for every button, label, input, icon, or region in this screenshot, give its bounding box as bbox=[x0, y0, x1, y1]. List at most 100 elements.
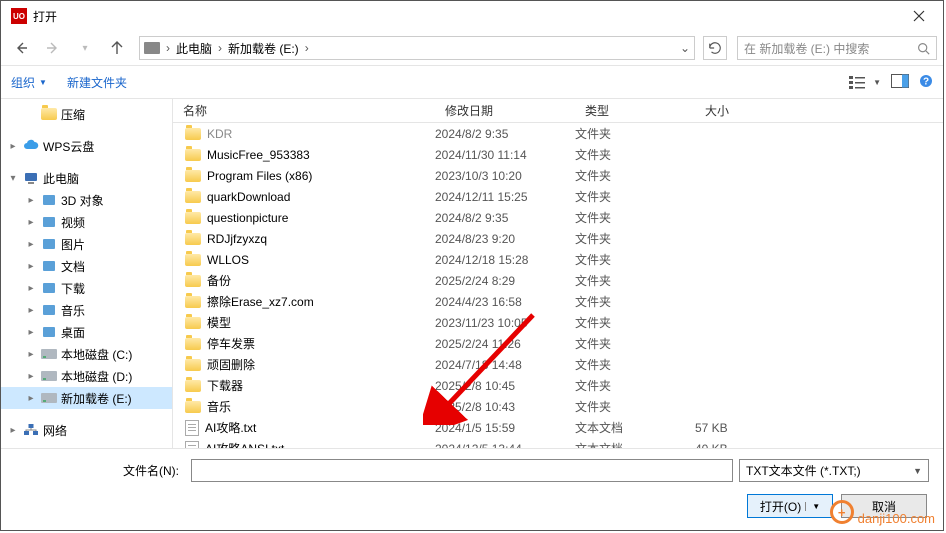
file-row[interactable]: RDJjfzyxzq2024/8/23 9:20文件夹 bbox=[173, 228, 943, 249]
file-name: 模型 bbox=[207, 314, 231, 331]
tree-item[interactable]: ▸3D 对象 bbox=[1, 189, 172, 211]
chevron-down-icon: ▼ bbox=[39, 78, 47, 87]
tree-item[interactable]: ▾此电脑 bbox=[1, 167, 172, 189]
up-button[interactable] bbox=[103, 34, 131, 62]
close-icon bbox=[913, 10, 925, 22]
file-name: 音乐 bbox=[207, 398, 231, 415]
expand-icon[interactable]: ▸ bbox=[25, 239, 37, 250]
expand-icon[interactable]: ▸ bbox=[25, 217, 37, 228]
file-row[interactable]: 备份2025/2/24 8:29文件夹 bbox=[173, 270, 943, 291]
file-type: 文本文档 bbox=[575, 440, 695, 448]
gen-icon bbox=[41, 192, 57, 208]
close-button[interactable] bbox=[899, 2, 939, 30]
open-button[interactable]: 打开(O) ▼ bbox=[747, 494, 833, 518]
file-type: 文件夹 bbox=[575, 272, 695, 289]
watermark: + danji100.com bbox=[830, 500, 935, 524]
expand-icon[interactable]: ▸ bbox=[25, 195, 37, 206]
preview-pane-button[interactable] bbox=[891, 74, 909, 91]
list-view-icon bbox=[849, 75, 871, 89]
new-folder-button[interactable]: 新建文件夹 bbox=[67, 74, 127, 91]
tree-item[interactable]: ▸WPS云盘 bbox=[1, 135, 172, 157]
file-row[interactable]: quarkDownload2024/12/11 15:25文件夹 bbox=[173, 186, 943, 207]
search-input[interactable]: 在 新加载卷 (E:) 中搜索 bbox=[737, 36, 937, 60]
file-type-filter[interactable]: TXT文本文件 (*.TXT;) ▼ bbox=[739, 459, 929, 482]
back-button[interactable] bbox=[7, 34, 35, 62]
breadcrumb[interactable]: 新加载卷 (E:) bbox=[228, 40, 299, 57]
column-header-size[interactable]: 大小 bbox=[695, 102, 815, 119]
folder-icon bbox=[185, 359, 201, 371]
tree-item[interactable]: ▸视频 bbox=[1, 211, 172, 233]
file-type: 文件夹 bbox=[575, 377, 695, 394]
file-date: 2025/2/24 8:29 bbox=[435, 274, 575, 288]
forward-button[interactable] bbox=[39, 34, 67, 62]
file-row[interactable]: 停车发票2025/2/24 11:26文件夹 bbox=[173, 333, 943, 354]
tree-item[interactable]: ▸ 音乐 bbox=[1, 299, 172, 321]
file-row[interactable]: 顽固删除2024/7/18 14:48文件夹 bbox=[173, 354, 943, 375]
dialog-footer: 文件名(N): TXT文本文件 (*.TXT;) ▼ 打开(O) ▼ 取消 bbox=[1, 448, 943, 530]
file-row[interactable]: 模型 2023/11/23 10:05文件夹 bbox=[173, 312, 943, 333]
chevron-right-icon bbox=[218, 41, 222, 55]
expand-icon[interactable]: ▸ bbox=[25, 283, 37, 294]
file-type: 文件夹 bbox=[575, 314, 695, 331]
file-type: 文件夹 bbox=[575, 356, 695, 373]
expand-icon[interactable]: ▸ bbox=[25, 371, 37, 382]
file-row[interactable]: questionpicture2024/8/2 9:35文件夹 bbox=[173, 207, 943, 228]
expand-icon[interactable]: ▸ bbox=[7, 141, 19, 152]
file-row[interactable]: MusicFree_9533832024/11/30 11:14文件夹 bbox=[173, 144, 943, 165]
file-row[interactable]: 下载器2025/2/8 10:45文件夹 bbox=[173, 375, 943, 396]
file-name: WLLOS bbox=[207, 253, 249, 267]
address-bar[interactable]: 此电脑 新加载卷 (E:) ⌄ bbox=[139, 36, 695, 60]
tree-item[interactable]: ▸本地磁盘 (D:) bbox=[1, 365, 172, 387]
chevron-down-icon: ▼ bbox=[805, 502, 820, 511]
file-name: quarkDownload bbox=[207, 190, 290, 204]
column-header-date[interactable]: 修改日期 bbox=[435, 102, 575, 119]
tree-item[interactable]: ▸下载 bbox=[1, 277, 172, 299]
tree-item[interactable]: ▸文档 bbox=[1, 255, 172, 277]
column-header-name[interactable]: 名称 bbox=[173, 102, 435, 119]
help-button[interactable]: ? bbox=[919, 74, 933, 91]
window-title: 打开 bbox=[33, 8, 57, 25]
expand-icon[interactable]: ▸ bbox=[25, 393, 37, 404]
file-row[interactable]: 音乐2025/2/8 10:43文件夹 bbox=[173, 396, 943, 417]
expand-icon[interactable]: ▸ bbox=[25, 349, 37, 360]
address-dropdown[interactable]: ⌄ bbox=[680, 41, 690, 55]
breadcrumb[interactable]: 此电脑 bbox=[176, 40, 212, 57]
file-name: AI攻略ANSI.txt bbox=[205, 440, 284, 448]
file-row[interactable]: WLLOS2024/12/18 15:28文件夹 bbox=[173, 249, 943, 270]
file-row[interactable]: Program Files (x86)2023/10/3 10:20文件夹 bbox=[173, 165, 943, 186]
refresh-button[interactable] bbox=[703, 36, 727, 60]
file-row[interactable]: KDR2024/8/2 9:35文件夹 bbox=[173, 123, 943, 144]
expand-icon[interactable]: ▸ bbox=[25, 305, 37, 316]
file-pane: 名称 修改日期 类型 大小 KDR2024/8/2 9:35文件夹MusicFr… bbox=[173, 99, 943, 448]
search-icon bbox=[917, 42, 930, 55]
file-list[interactable]: KDR2024/8/2 9:35文件夹MusicFree_9533832024/… bbox=[173, 123, 943, 448]
file-name: RDJjfzyxzq bbox=[207, 232, 267, 246]
file-date: 2023/11/23 10:05 bbox=[435, 316, 575, 330]
file-row[interactable]: AI攻略ANSI.txt2024/12/5 13:44文本文档40 KB bbox=[173, 438, 943, 448]
drive-icon bbox=[41, 371, 57, 381]
chevron-down-icon: ▼ bbox=[913, 466, 922, 476]
file-row[interactable]: AI攻略.txt2024/1/5 15:59文本文档57 KB bbox=[173, 417, 943, 438]
tree-item[interactable]: 压缩 bbox=[1, 103, 172, 125]
filename-input[interactable] bbox=[191, 459, 733, 482]
tree-item[interactable]: ▸新加载卷 (E:) bbox=[1, 387, 172, 409]
organize-menu[interactable]: 组织▼ bbox=[11, 74, 47, 91]
expand-icon[interactable]: ▸ bbox=[25, 327, 37, 338]
tree-item[interactable]: ▸网络 bbox=[1, 419, 172, 441]
nav-row: ▾ 此电脑 新加载卷 (E:) ⌄ 在 新加载卷 (E:) 中搜索 bbox=[1, 31, 943, 65]
folder-icon bbox=[185, 128, 201, 140]
tree-item[interactable]: ▸桌面 bbox=[1, 321, 172, 343]
expand-icon[interactable]: ▸ bbox=[7, 425, 19, 436]
tree-item[interactable]: ▸图片 bbox=[1, 233, 172, 255]
column-header-type[interactable]: 类型 bbox=[575, 102, 695, 119]
expand-icon[interactable]: ▸ bbox=[25, 261, 37, 272]
folder-tree[interactable]: 压缩▸WPS云盘▾此电脑▸3D 对象▸视频▸图片▸文档▸下载▸音乐▸桌面▸本地磁… bbox=[1, 99, 173, 448]
expand-icon[interactable]: ▾ bbox=[7, 173, 19, 184]
file-row[interactable]: 擦除Erase_xz7.com2024/4/23 16:58文件夹 bbox=[173, 291, 943, 312]
tree-item[interactable]: ▸本地磁盘 (C:) bbox=[1, 343, 172, 365]
view-mode-button[interactable]: ▼ bbox=[849, 75, 881, 89]
recent-dropdown[interactable]: ▾ bbox=[71, 34, 99, 62]
file-date: 2024/4/23 16:58 bbox=[435, 295, 575, 309]
gen-icon bbox=[41, 280, 57, 296]
tree-item-label: 音乐 bbox=[61, 302, 85, 319]
